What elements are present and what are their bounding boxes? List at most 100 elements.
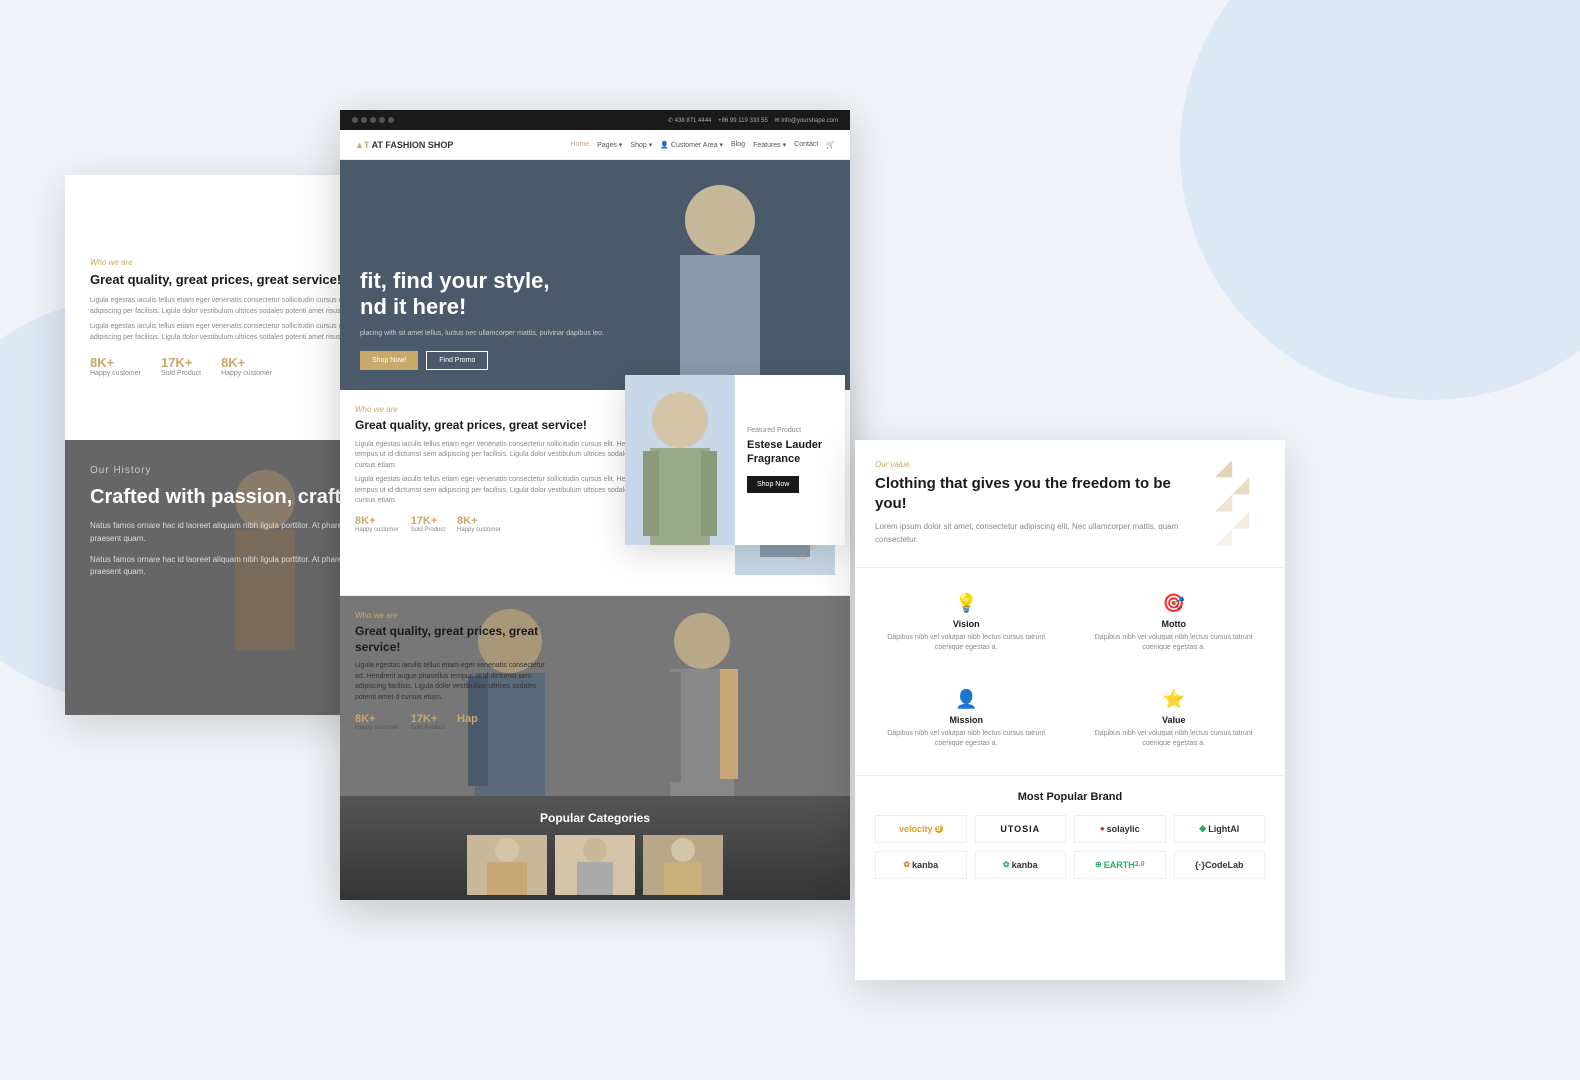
logo-text: AT FASHION SHOP bbox=[372, 140, 454, 150]
brand-velocity: velocity 9 bbox=[875, 815, 967, 843]
value-vision: 💡 Vision Dapibus nibh vel volutpat nibh … bbox=[870, 583, 1063, 664]
hero-subtitle: placing with sit amet tellus, luctus nec… bbox=[360, 329, 604, 340]
nav-shop[interactable]: Shop ▾ bbox=[630, 141, 652, 149]
topbar-email: ✉ info@yourshape.com bbox=[775, 118, 838, 124]
navbar-links: Home Pages ▾ Shop ▾ 👤 Customer Area ▾ Bl… bbox=[570, 141, 835, 149]
brands-grid: velocity 9 UTOSIA ● solaylic ◆ LightAI ✿… bbox=[875, 815, 1265, 879]
hero-title-line1: fit, find your style, nd it here! bbox=[360, 268, 604, 321]
popular-img-2 bbox=[555, 835, 635, 895]
main-navbar: ▲T AT FASHION SHOP Home Pages ▾ Shop ▾ 👤… bbox=[340, 130, 850, 160]
stat-label-1: Happy customer bbox=[90, 370, 141, 377]
featured-info: Featured Product Estese Lauder Fragrance… bbox=[735, 375, 845, 545]
brand-utosia: UTOSIA bbox=[975, 815, 1067, 843]
brands-title: Most Popular Brand bbox=[875, 791, 1265, 803]
value-star-icon: ⭐ bbox=[1088, 689, 1261, 710]
featured-label: Featured Product bbox=[747, 427, 833, 434]
main-stat-label-1: Happy customer bbox=[355, 527, 399, 533]
stats-row2: 8K+ Happy customer 17K+ Sold Product Hap bbox=[355, 713, 555, 731]
social-icon-2 bbox=[361, 117, 367, 123]
earth-dot: ⊕ bbox=[1095, 860, 1102, 869]
popular-images bbox=[467, 835, 723, 895]
brand-earth: ⊕ EARTH 2.0 bbox=[1074, 851, 1166, 879]
social-icon-3 bbox=[370, 117, 376, 123]
stat-sold: 17K+ Sold Product bbox=[161, 355, 201, 377]
s2-label-2: Sold Product bbox=[411, 725, 445, 731]
main-stat-3: 8K+ Happy customer bbox=[457, 515, 501, 533]
social-icon-4 bbox=[379, 117, 385, 123]
brand-kanba1: ✿ kanba bbox=[875, 851, 967, 879]
find-promo-button[interactable]: Find Promo bbox=[426, 351, 488, 370]
nav-pages[interactable]: Pages ▾ bbox=[597, 141, 622, 149]
motto-name: Motto bbox=[1088, 619, 1261, 629]
quality-title2: Great quality, great prices, great servi… bbox=[355, 624, 555, 655]
brands-section: Most Popular Brand velocity 9 UTOSIA ● s… bbox=[855, 776, 1285, 894]
mission-icon: 👤 bbox=[880, 689, 1053, 710]
popular-title: Popular Categories bbox=[540, 811, 650, 825]
brand-earth-text: EARTH bbox=[1104, 860, 1135, 870]
value-desc: Dapibus nibh vel volutpat nibh lectus cu… bbox=[1088, 729, 1261, 750]
values-grid: 💡 Vision Dapibus nibh vel volutpat nibh … bbox=[855, 568, 1285, 776]
our-value-label: Our value bbox=[875, 460, 1185, 469]
scene: ABOUT US Let fashion style shine through… bbox=[0, 0, 1580, 1080]
brand-kanba2: ✿ kanba bbox=[975, 851, 1067, 879]
topbar-contact: ✆ 438 871 4444 +86 99 119 333 55 ✉ info@… bbox=[668, 117, 838, 124]
popular-section: Popular Categories bbox=[340, 796, 850, 900]
s2-num-2: 17K+ bbox=[411, 713, 445, 725]
right-top: Our value Clothing that gives you the fr… bbox=[855, 440, 1285, 568]
nav-features[interactable]: Features ▾ bbox=[753, 141, 786, 149]
quality-section2-text: Who we are Great quality, great prices, … bbox=[355, 611, 555, 731]
brand-kanba1-text: kanba bbox=[912, 860, 938, 870]
people-section: Who we are Great quality, great prices, … bbox=[340, 596, 850, 796]
hero-text: fit, find your style, nd it here! placin… bbox=[360, 268, 604, 370]
brand-earth-version: 2.0 bbox=[1135, 861, 1145, 868]
brand-velocity-text: velocity bbox=[899, 824, 933, 834]
shop-now-button[interactable]: Shop Now! bbox=[360, 351, 418, 370]
vision-name: Vision bbox=[880, 619, 1053, 629]
navbar-logo: ▲T AT FASHION SHOP bbox=[355, 140, 453, 150]
mission-desc: Dapibus nibh vel volutpat nibh lectus cu… bbox=[880, 729, 1053, 750]
nav-cart[interactable]: 🛒 bbox=[826, 141, 835, 149]
logo-at: ▲T bbox=[355, 140, 372, 150]
main-stat-num-1: 8K+ bbox=[355, 515, 399, 527]
s2-num-3: Hap bbox=[457, 713, 478, 725]
stat-num-2: 17K+ bbox=[161, 355, 201, 370]
nav-blog[interactable]: Blog bbox=[731, 141, 745, 148]
stat-label-3: Happy customer bbox=[221, 370, 272, 377]
main-stat-2: 17K+ Sold Product bbox=[411, 515, 445, 533]
stat-num-1: 8K+ bbox=[90, 355, 141, 370]
motto-icon: 🎯 bbox=[1088, 593, 1261, 614]
right-top-text: Our value Clothing that gives you the fr… bbox=[855, 440, 1205, 567]
topbar-mobile: +86 99 119 333 55 bbox=[718, 118, 768, 124]
stat-happy1: 8K+ Happy customer bbox=[90, 355, 141, 377]
main-stat-label-3: Happy customer bbox=[457, 527, 501, 533]
shop-now-featured-button[interactable]: Shop Now bbox=[747, 476, 799, 493]
brand-codelab-text: {·}CodeLab bbox=[1195, 860, 1244, 870]
s2-stat-1: 8K+ Happy customer bbox=[355, 713, 399, 731]
social-icon-5 bbox=[388, 117, 394, 123]
main-stat-num-3: 8K+ bbox=[457, 515, 501, 527]
topbar-social-icons bbox=[352, 117, 394, 123]
vision-desc: Dapibus nibh vel volutpat nibh lectus cu… bbox=[880, 633, 1053, 654]
featured-product-name: Estese Lauder Fragrance bbox=[747, 438, 833, 467]
main-stat-label-2: Sold Product bbox=[411, 527, 445, 533]
right-top-deco bbox=[1205, 440, 1285, 567]
quality-desc2: Ligula egestas iaculis tellus etiam eger… bbox=[355, 661, 555, 703]
popular-img-3 bbox=[643, 835, 723, 895]
card-right: Our value Clothing that gives you the fr… bbox=[855, 440, 1285, 980]
nav-home[interactable]: Home bbox=[570, 141, 589, 148]
kanba1-dot: ✿ bbox=[903, 860, 910, 869]
topbar-phone: ✆ 438 871 4444 bbox=[668, 118, 711, 124]
main-stat-1: 8K+ Happy customer bbox=[355, 515, 399, 533]
clothing-title: Clothing that gives you the freedom to b… bbox=[875, 474, 1185, 513]
brand-utosia-text: UTOSIA bbox=[1000, 824, 1040, 834]
stat-happy2: 8K+ Happy customer bbox=[221, 355, 272, 377]
social-icon-1 bbox=[352, 117, 358, 123]
main-stat-num-2: 17K+ bbox=[411, 515, 445, 527]
nav-customer[interactable]: 👤 Customer Area ▾ bbox=[660, 141, 723, 149]
s2-stat-3: Hap bbox=[457, 713, 478, 731]
brand-lightai-text: LightAI bbox=[1208, 824, 1239, 834]
nav-contact[interactable]: Contact bbox=[794, 141, 818, 148]
kanba2-dot: ✿ bbox=[1003, 860, 1010, 869]
value-name: Value bbox=[1088, 715, 1261, 725]
solaylic-dot: ● bbox=[1100, 824, 1105, 833]
